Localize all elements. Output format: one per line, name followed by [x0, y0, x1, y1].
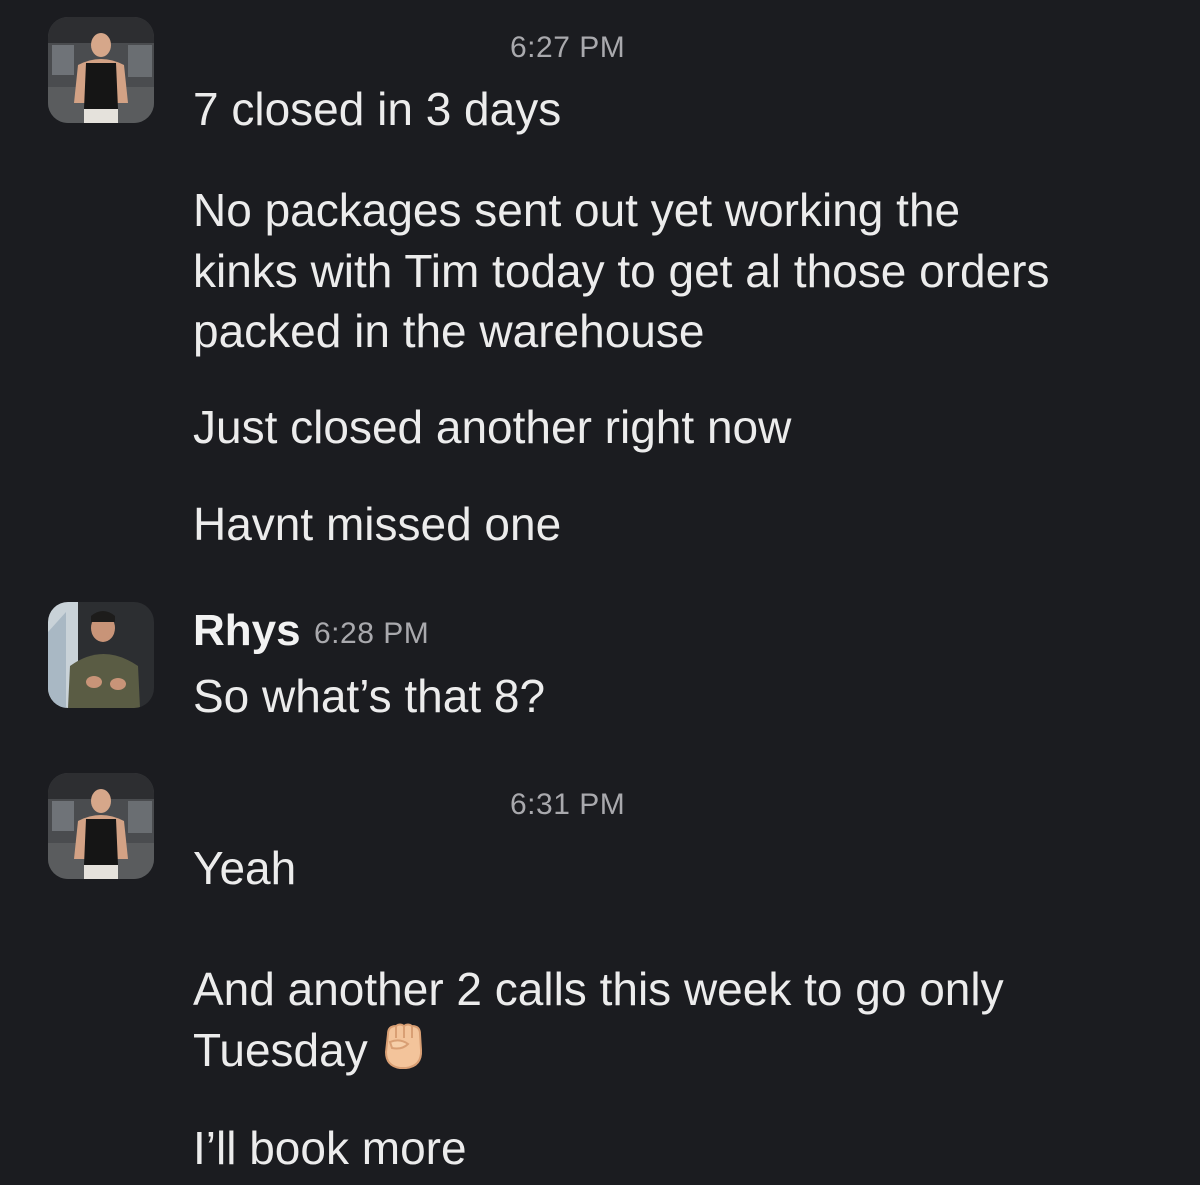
message-text: No packages sent out yet working the: [193, 184, 961, 236]
message-text: Yeah: [193, 842, 297, 894]
user-avatar[interactable]: [48, 17, 154, 123]
message-text: packed in the warehouse: [193, 305, 705, 357]
message-timestamp: 6:31 PM: [510, 788, 626, 821]
message-text: I’ll book more: [193, 1122, 467, 1174]
message-timestamp: 6:28 PM: [314, 617, 430, 650]
message-text: And another 2 calls this week to go only: [193, 963, 1004, 1015]
message-text: Just closed another right now: [193, 401, 792, 453]
message-author[interactable]: Rhys: [193, 606, 301, 656]
user-avatar[interactable]: [48, 773, 154, 879]
raised-fist-icon: [378, 1020, 428, 1087]
gym-photo-avatar: [48, 17, 154, 123]
rhys-avatar[interactable]: [48, 602, 154, 708]
message-text-with-emoji: Tuesday: [193, 1020, 428, 1087]
message-text: Havnt missed one: [193, 498, 562, 550]
gym-photo-avatar: [48, 773, 154, 879]
message-timestamp: 6:27 PM: [510, 31, 626, 64]
message-text: 7 closed in 3 days: [193, 83, 562, 135]
message-text: Tuesday: [193, 1024, 368, 1076]
message-text: So what’s that 8?: [193, 670, 546, 722]
message-text: kinks with Tim today to get al those ord…: [193, 245, 1050, 297]
rhys-photo-avatar: [48, 602, 154, 708]
